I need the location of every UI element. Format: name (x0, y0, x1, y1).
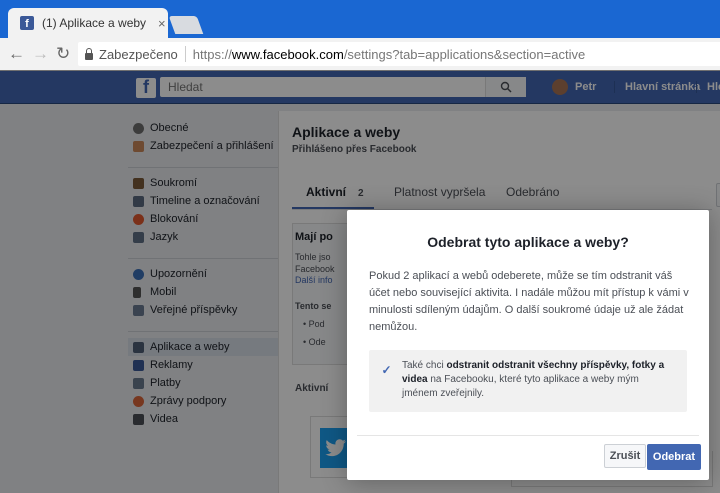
dialog-title: Odebrat tyto aplikace a weby? (427, 234, 629, 250)
option-text: Také chci (402, 360, 447, 371)
forward-arrow-icon[interactable]: → (32, 44, 49, 64)
remove-button[interactable]: Odebrat (647, 444, 701, 470)
cancel-button[interactable]: Zrušit (604, 444, 646, 468)
dialog-divider (357, 435, 699, 436)
delete-posts-label: Také chci odstranit odstranit všechny př… (402, 359, 674, 401)
address-divider (184, 46, 186, 62)
back-arrow-icon[interactable]: ← (8, 44, 25, 64)
tab-title: (1) Aplikace a weby (42, 16, 147, 30)
browser-tab[interactable]: f (1) Aplikace a weby × (8, 8, 168, 38)
delete-posts-checkbox[interactable]: ✓ (381, 363, 392, 377)
remove-apps-dialog: Odebrat tyto aplikace a weby? Pokud 2 ap… (347, 210, 709, 480)
secure-label: Zabezpečeno (99, 46, 178, 62)
reload-icon[interactable]: ↻ (56, 44, 70, 64)
tab-close-icon[interactable]: × (158, 16, 166, 31)
delete-posts-option[interactable]: ✓ Také chci odstranit odstranit všechny … (369, 350, 687, 412)
lock-icon (85, 47, 93, 60)
option-text: na Facebooku, které tyto aplikace a weby… (402, 374, 639, 399)
facebook-favicon-icon: f (20, 16, 34, 30)
browser-toolbar: ← → ↻ Zabezpečeno https://www.facebook.c… (0, 38, 720, 71)
new-tab-button[interactable] (168, 16, 204, 34)
address-bar[interactable]: Zabezpečeno https://www.facebook.com/set… (78, 42, 720, 66)
dialog-body: Pokud 2 aplikací a webů odeberete, může … (369, 270, 689, 333)
browser-tabstrip: f (1) Aplikace a weby × (0, 0, 720, 38)
url-text[interactable]: https://www.facebook.com/settings?tab=ap… (193, 47, 585, 62)
